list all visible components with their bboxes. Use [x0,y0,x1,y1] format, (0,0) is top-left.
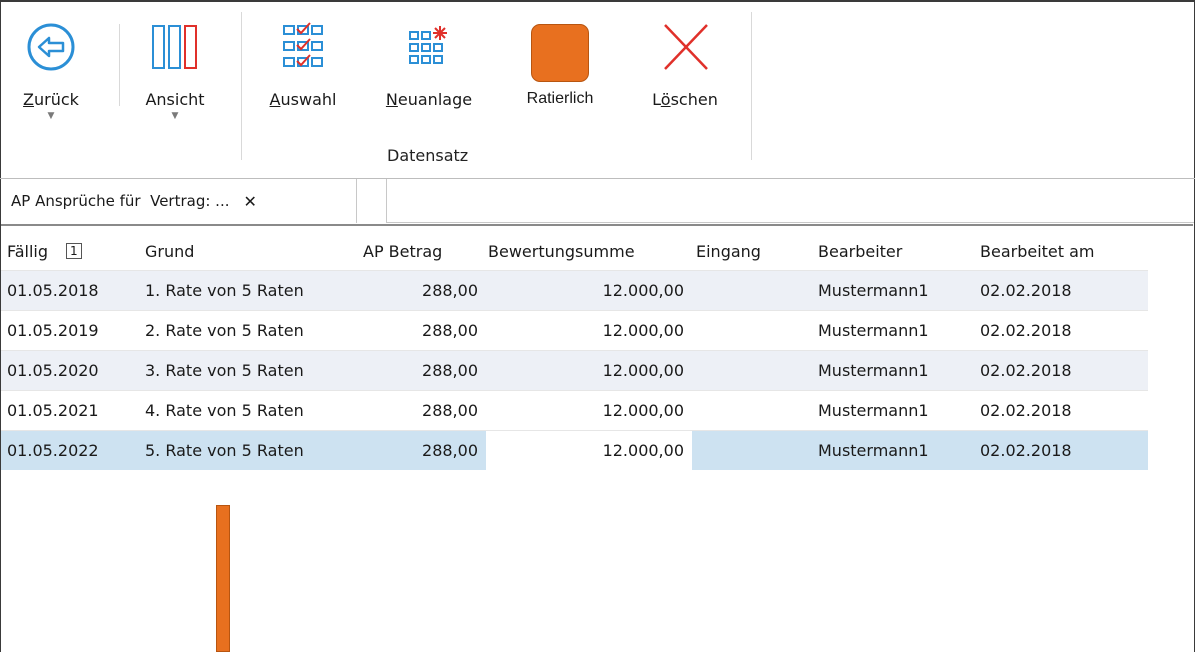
ribbon-toolbar: Zurück ▼ Ansicht ▼ Auswahl Neuanlage Rat… [1,2,1192,178]
columns-icon [141,12,209,82]
orange-marker-bar [216,505,230,652]
tab-strip-line [386,222,1194,223]
table-cell[interactable]: 3. Rate von 5 Raten [135,350,345,391]
select-access-key: A [269,90,281,109]
view-button[interactable]: Ansicht ▼ [141,12,209,121]
table-cell[interactable]: 12.000,00 [486,430,692,470]
table-cell[interactable]: Mustermann1 [806,310,968,351]
back-access-key: Z [23,90,35,109]
delete-button[interactable]: Löschen [639,12,731,109]
ribbon-separator [751,12,752,160]
view-label: Ansicht [145,90,205,109]
grid-header-row: Fällig 1 Grund AP Betrag Bewertungsumme E… [1,232,1148,271]
delete-x-icon [639,12,731,82]
new-record-access-key: N [385,90,398,109]
claims-grid: Fällig 1 Grund AP Betrag Bewertungsumme E… [1,232,1148,470]
table-cell[interactable] [692,310,806,351]
delete-access-key: ö [660,90,671,109]
table-row[interactable]: 01.05.2018 1. Rate von 5 Raten 288,00 12.00… [1,270,1148,311]
table-cell[interactable]: 12.000,00 [486,390,692,431]
table-cell[interactable] [692,390,806,431]
ribbon-separator [119,24,120,106]
table-cell[interactable]: 01.05.2022 [1,430,135,470]
table-cell[interactable]: 4. Rate von 5 Raten [135,390,345,431]
table-cell[interactable]: Mustermann1 [806,390,968,431]
table-cell[interactable]: 01.05.2018 [1,270,135,311]
table-cell[interactable]: 02.02.2018 [968,310,1148,351]
table-row[interactable]: 01.05.2020 3. Rate von 5 Raten 288,00 12.00… [1,350,1148,391]
table-row[interactable]: 01.05.2021 4. Rate von 5 Raten 288,00 12.00… [1,390,1148,431]
column-header-grund[interactable]: Grund [135,232,345,271]
ribbon-separator [241,12,242,160]
delete-label-rest: schen [670,90,718,109]
delete-label-start: L [652,90,661,109]
table-cell[interactable] [692,430,806,470]
new-record-button[interactable]: Neuanlage [381,12,477,109]
back-label-rest: urück [34,90,79,109]
table-cell[interactable]: 02.02.2018 [968,430,1148,470]
select-button[interactable]: Auswahl [265,12,341,109]
close-icon[interactable]: ✕ [243,192,256,211]
select-label-rest: uswahl [280,90,337,109]
tab-empty[interactable] [358,179,387,223]
checklist-icon [265,12,341,82]
table-cell[interactable]: 288,00 [345,310,486,351]
back-button[interactable]: Zurück ▼ [21,12,81,121]
table-cell[interactable]: 12.000,00 [486,350,692,391]
table-cell[interactable]: 2. Rate von 5 Raten [135,310,345,351]
tab-ap-claims[interactable]: AP Ansprüche für Vertrag: ... ✕ [1,179,357,223]
table-row[interactable]: 01.05.2019 2. Rate von 5 Raten 288,00 12.00… [1,310,1148,351]
table-cell[interactable]: 01.05.2021 [1,390,135,431]
table-cell[interactable] [692,270,806,311]
column-header-bewertungsumme[interactable]: Bewertungsumme [486,232,692,271]
column-header-bearbeiter[interactable]: Bearbeiter [806,232,968,271]
table-cell[interactable]: 01.05.2020 [1,350,135,391]
new-record-icon [381,12,477,82]
table-cell[interactable]: 288,00 [345,270,486,311]
table-cell[interactable]: Mustermann1 [806,430,968,470]
table-cell[interactable] [692,350,806,391]
ribbon-group-label: Datensatz [387,146,469,165]
column-header-ap-betrag[interactable]: AP Betrag [345,232,486,271]
orange-square-icon [513,12,607,82]
tab-title: AP Ansprüche für Vertrag: ... [11,192,230,210]
sort-index-icon: 1 [66,242,82,259]
table-cell[interactable]: Mustermann1 [806,350,968,391]
column-header-eingang[interactable]: Eingang [692,232,806,271]
column-header-bearbeitet-am[interactable]: Bearbeitet am [968,232,1148,271]
new-record-label-rest: euanlage [397,90,473,109]
table-cell[interactable]: 01.05.2019 [1,310,135,351]
table-cell[interactable]: 12.000,00 [486,310,692,351]
document-tabs: AP Ansprüche für Vertrag: ... ✕ [1,179,1194,224]
table-cell[interactable]: Mustermann1 [806,270,968,311]
table-row[interactable]: 01.05.2022 5. Rate von 5 Raten 288,00 12.00… [1,430,1148,470]
table-cell[interactable]: 12.000,00 [486,270,692,311]
table-cell[interactable]: 288,00 [345,390,486,431]
chevron-down-icon: ▼ [47,111,55,121]
back-arrow-icon [21,12,81,82]
table-cell[interactable]: 288,00 [345,430,486,470]
table-cell[interactable]: 1. Rate von 5 Raten [135,270,345,311]
installment-label: Ratierlich [526,90,594,107]
chevron-down-icon: ▼ [171,111,179,121]
table-cell[interactable]: 288,00 [345,350,486,391]
grid-top-border [1,224,1193,226]
installment-button[interactable]: Ratierlich [513,12,607,108]
table-cell[interactable]: 02.02.2018 [968,390,1148,431]
column-header-faellig[interactable]: Fällig 1 [1,232,135,271]
table-cell[interactable]: 02.02.2018 [968,270,1148,311]
table-cell[interactable]: 02.02.2018 [968,350,1148,391]
table-cell[interactable]: 5. Rate von 5 Raten [135,430,345,470]
